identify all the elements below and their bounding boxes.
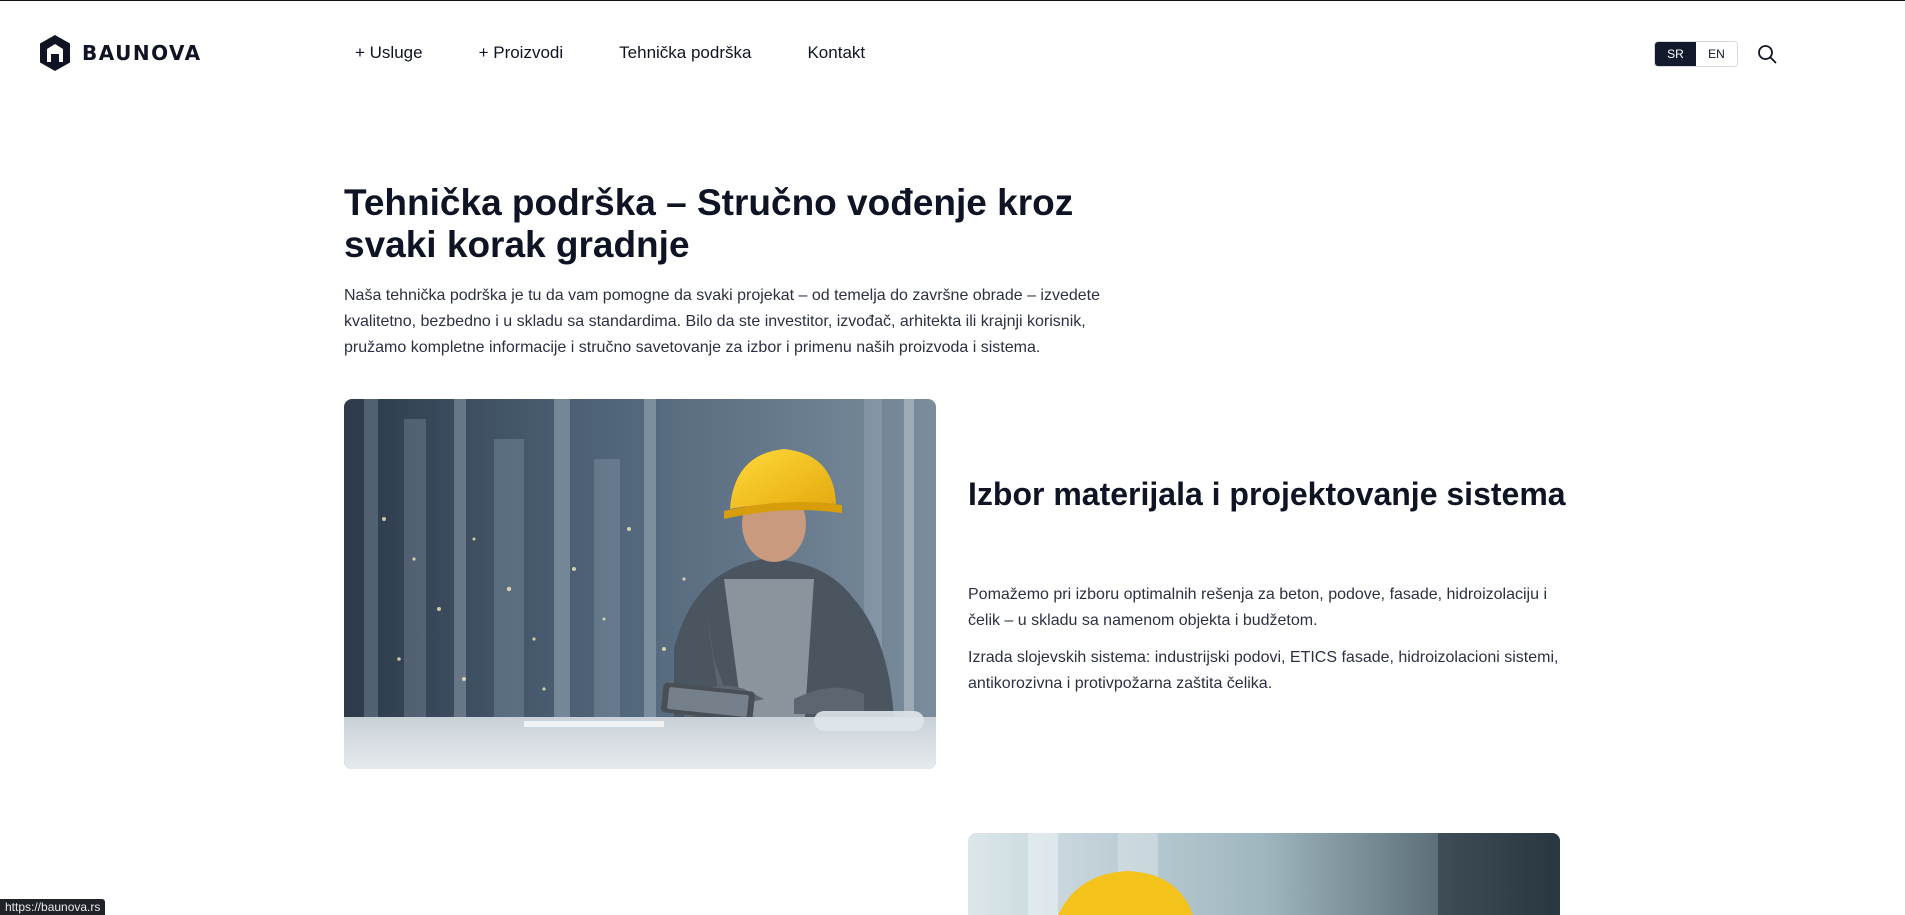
nav-item-tehnicka-podrska[interactable]: Tehnička podrška — [619, 43, 751, 63]
search-icon[interactable] — [1756, 43, 1778, 65]
feature-image-second — [968, 833, 1560, 915]
page-intro: Naša tehnička podrška je tu da vam pomog… — [344, 287, 1100, 356]
nav-item-proizvodi[interactable]: + Proizvodi — [479, 43, 564, 63]
language-switcher: SR EN — [1654, 41, 1738, 67]
browser-status-url: https://baunova.rs — [0, 899, 106, 915]
brand-name: BAUNOVA — [82, 41, 202, 65]
hexagon-house-icon — [40, 35, 70, 71]
main-nav: + Usluge + Proizvodi Tehnička podrška Ko… — [355, 43, 921, 63]
lang-sr-button[interactable]: SR — [1655, 42, 1696, 66]
lang-en-button[interactable]: EN — [1696, 42, 1737, 66]
brand-logo[interactable]: BAUNOVA — [38, 33, 202, 73]
nav-item-usluge[interactable]: + Usluge — [355, 43, 423, 63]
feature-title: Izbor materijala i projektovanje sistema — [968, 476, 1566, 512]
feature-paragraph-1: Pomažemo pri izboru optimalnih rešenja z… — [968, 586, 1547, 629]
site-header: BAUNOVA + Usluge + Proizvodi Tehnička po… — [0, 1, 1905, 105]
worker-illustration — [344, 399, 936, 769]
nav-item-kontakt[interactable]: Kontakt — [807, 43, 865, 63]
second-illustration — [968, 833, 1560, 915]
feature-paragraph-2: Izrada slojevskih sistema: industrijski … — [968, 649, 1559, 692]
page-title: Tehnička podrška – Stručno vođenje kroz … — [344, 182, 1074, 265]
feature-image-worker — [344, 399, 936, 769]
